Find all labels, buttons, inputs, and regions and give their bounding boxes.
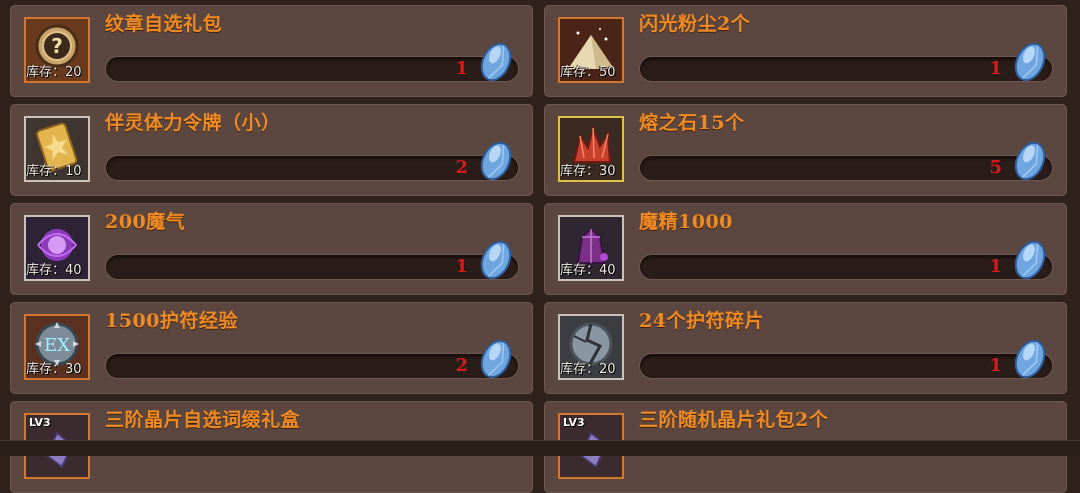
shop-item-card[interactable]: 库存：50 闪光粉尘2个 1 [544,5,1067,97]
item-title: 伴灵体力令牌（小） [105,112,281,134]
quantity-count: 2 [455,355,468,376]
item-title: 三阶晶片自选词缀礼盒 [105,409,301,431]
svg-text:EX: EX [44,335,70,356]
item-title: 三阶随机晶片礼包2个 [639,409,829,431]
stock-label: 库存：40 [26,263,82,278]
item-title: 纹章自选礼包 [105,13,223,35]
quantity-count: 1 [989,58,1002,79]
item-icon-slot[interactable]: 库存：50 [558,17,624,83]
item-title: 熔之石15个 [639,112,745,134]
quantity-bar[interactable]: 5 [640,156,1052,180]
quantity-bar[interactable]: 2 [106,354,518,378]
quantity-count: 2 [455,157,468,178]
shop-item-card[interactable]: 库存：20 24个护符碎片 1 [544,302,1067,394]
shop-item-grid: ? 库存：20 纹章自选礼包 1 库存：50 闪光粉尘2个 1 库存：10 伴灵… [0,0,1080,493]
quantity-count: 5 [989,157,1002,178]
stock-label: 库存：20 [560,362,616,377]
quantity-bar[interactable]: 1 [640,354,1052,378]
stock-label: 库存：40 [560,263,616,278]
quantity-bar[interactable]: 1 [640,255,1052,279]
item-title: 24个护符碎片 [639,310,764,332]
level-badge: LV3 [29,416,51,429]
shop-item-card[interactable]: 库存：40 200魔气 1 [10,203,533,295]
item-icon-slot[interactable]: EX 库存：30 [24,314,90,380]
gem-icon [1010,138,1050,184]
shop-item-card[interactable]: 库存：40 魔精1000 1 [544,203,1067,295]
item-icon-slot[interactable]: 库存：40 [558,215,624,281]
quantity-bar[interactable]: 1 [106,57,518,81]
gem-icon [1010,237,1050,283]
gem-icon [1010,336,1050,382]
shop-item-card[interactable]: ? 库存：20 纹章自选礼包 1 [10,5,533,97]
stock-label: 库存：30 [560,164,616,179]
item-title: 200魔气 [105,211,186,233]
gem-icon [476,237,516,283]
quantity-count: 1 [989,355,1002,376]
shop-item-card[interactable]: EX 库存：30 1500护符经验 2 [10,302,533,394]
item-icon-slot[interactable]: ? 库存：20 [24,17,90,83]
item-title: 魔精1000 [639,211,733,233]
stock-label: 库存：50 [560,65,616,80]
quantity-bar[interactable]: 1 [106,255,518,279]
stock-label: 库存：10 [26,164,82,179]
shop-item-card[interactable]: 库存：10 伴灵体力令牌（小） 2 [10,104,533,196]
svg-text:?: ? [51,34,63,58]
item-icon-slot[interactable]: 库存：30 [558,116,624,182]
gem-icon [476,336,516,382]
quantity-count: 1 [989,256,1002,277]
stock-label: 库存：30 [26,362,82,377]
quantity-count: 1 [455,58,468,79]
gem-icon [476,138,516,184]
stock-label: 库存：20 [26,65,82,80]
item-icon-slot[interactable]: 库存：10 [24,116,90,182]
level-badge: LV3 [563,416,585,429]
gem-icon [476,39,516,85]
gem-icon [1010,39,1050,85]
quantity-bar[interactable]: 1 [640,57,1052,81]
item-title: 闪光粉尘2个 [639,13,751,35]
item-title: 1500护符经验 [105,310,238,332]
shop-item-card[interactable]: 库存：30 熔之石15个 5 [544,104,1067,196]
bottom-edge-divider [0,440,1080,456]
item-icon-slot[interactable]: 库存：40 [24,215,90,281]
quantity-bar[interactable]: 2 [106,156,518,180]
quantity-count: 1 [455,256,468,277]
item-icon-slot[interactable]: 库存：20 [558,314,624,380]
